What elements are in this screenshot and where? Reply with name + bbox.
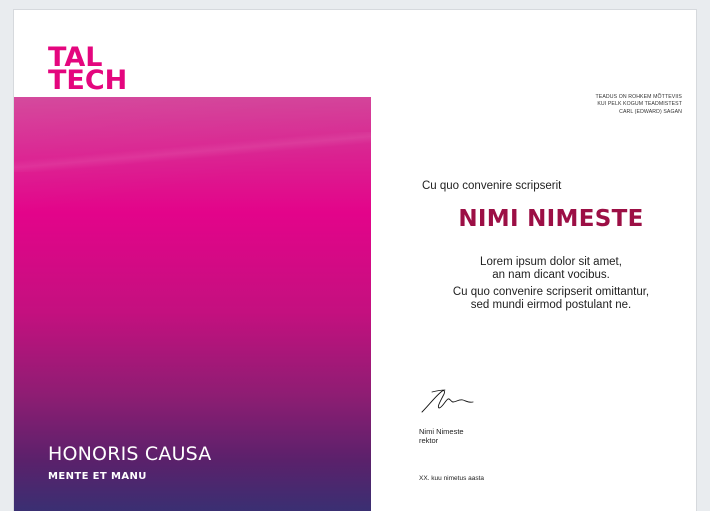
body-paragraph-2: Cu quo convenire scripserit omittantur, … <box>422 286 680 311</box>
motto-subtitle: MENTE ET MANU <box>48 471 147 482</box>
panel-streak <box>14 132 371 172</box>
recipient-name: NIMI NIMESTE <box>458 206 644 232</box>
quote-author: CARL (EDWARD) SAGAN <box>619 109 682 116</box>
certificate-body: Lorem ipsum dolor sit amet, an nam dican… <box>422 256 680 316</box>
quote-line-1: TEADUS ON ROHKEM MÕTTEVIIS <box>595 94 682 100</box>
signer-name: Nimi Nimeste <box>419 427 464 436</box>
intro-text: Cu quo convenire scripserit <box>422 180 562 192</box>
body-p1-line2: an nam dicant vocibus. <box>492 268 610 281</box>
taltech-logo: TAL TECH <box>48 44 138 106</box>
signer-role: rektor <box>419 436 439 445</box>
date-placeholder: XX. kuu nimetus aasta <box>419 475 485 482</box>
gradient-panel: HONORIS CAUSA MENTE ET MANU <box>14 97 371 511</box>
signature-image <box>421 389 474 413</box>
honoris-causa-title: HONORIS CAUSA <box>48 443 212 465</box>
certificate-page: TAL TECH HONORIS CAUSA MENTE ET MANU TEA… <box>14 10 696 511</box>
body-p2-line2: sed mundi eirmod postulant ne. <box>470 298 632 311</box>
quote-line-2: KUI PELK KOGUM TEADMISTEST <box>597 100 682 107</box>
body-p1-line1: Lorem ipsum dolor sit amet, <box>480 256 622 268</box>
signer-block: Nimi Nimeste rektor <box>419 427 464 445</box>
body-p2-line1: Cu quo convenire scripserit omittantur, <box>452 286 650 298</box>
quote-block: TEADUS ON ROHKEM MÕTTEVIIS KUI PELK KOGU… <box>596 94 682 116</box>
logo-line-tech: TECH <box>48 65 128 96</box>
body-paragraph-1: Lorem ipsum dolor sit amet, an nam dican… <box>422 256 680 281</box>
